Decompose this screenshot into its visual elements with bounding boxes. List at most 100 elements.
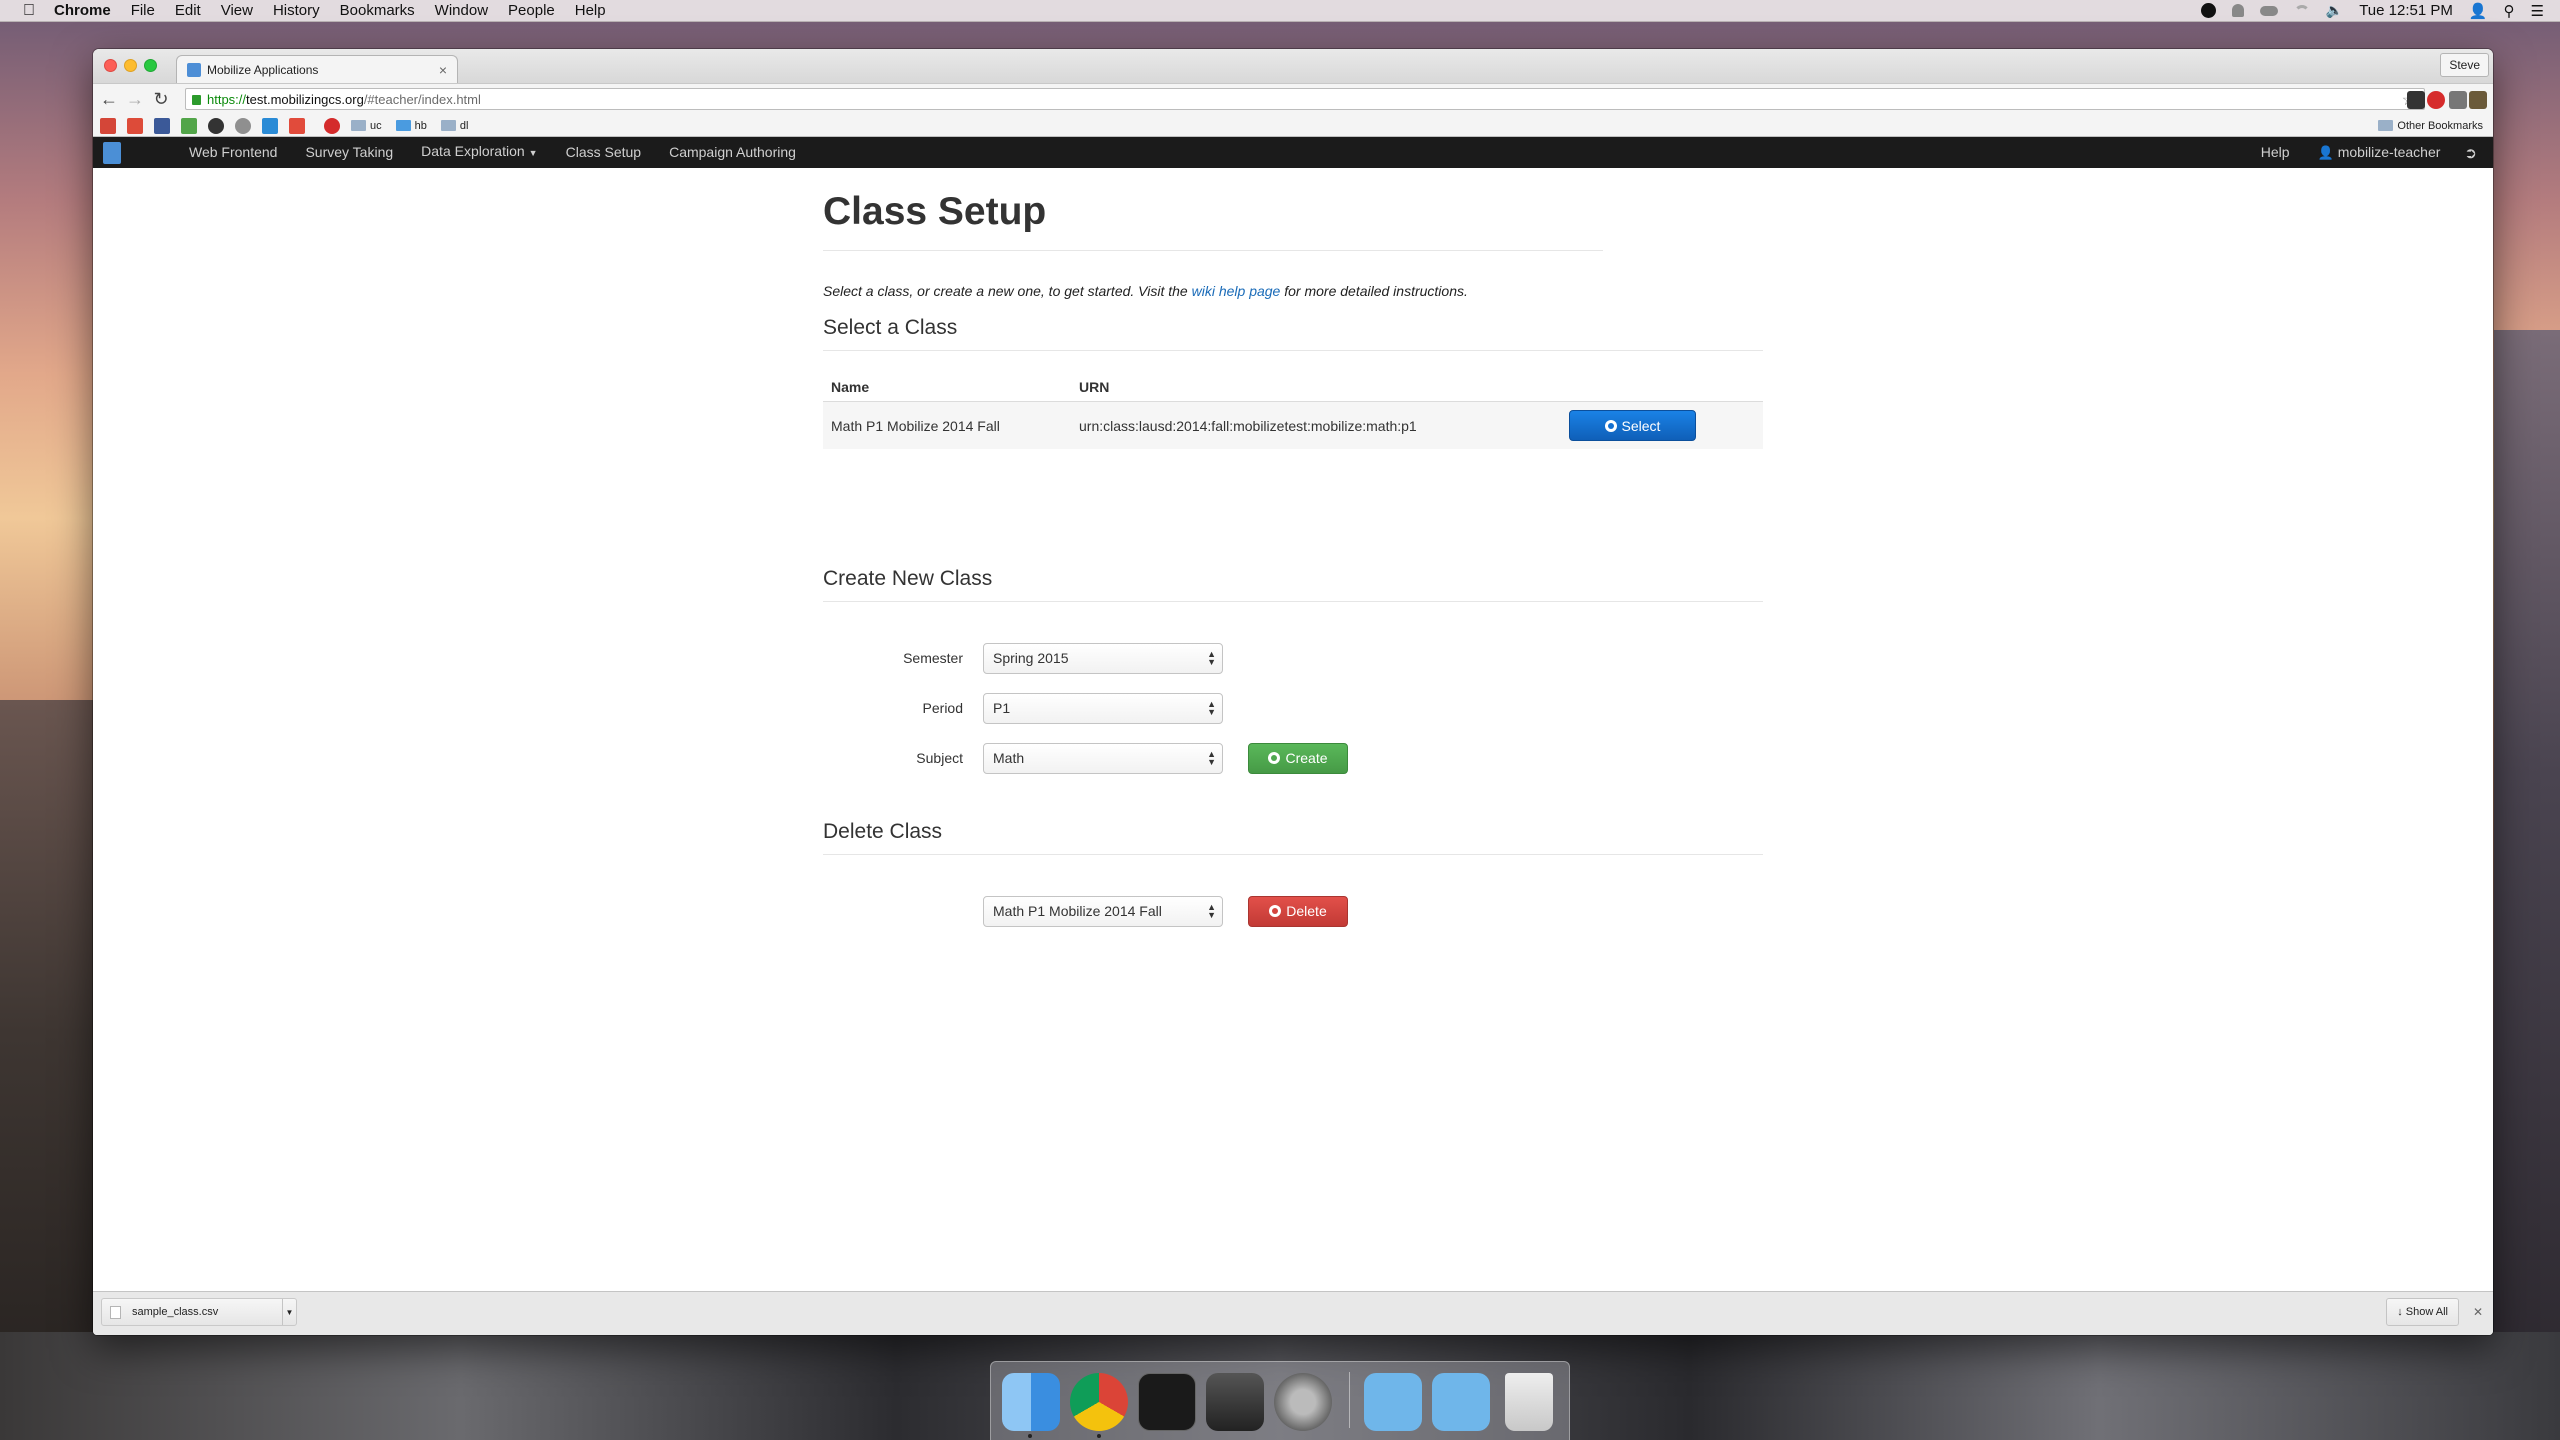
github-bookmark-icon[interactable] [208, 117, 224, 134]
browser-tab-active[interactable]: Mobilize Applications × [176, 55, 458, 83]
class-name-cell: Math P1 Mobilize 2014 Fall [831, 417, 1000, 434]
section-divider [823, 601, 1763, 602]
facebook-bookmark-icon[interactable] [154, 117, 170, 134]
applications-folder-dock-icon[interactable] [1364, 1373, 1422, 1431]
select-class-heading: Select a Class [823, 316, 958, 339]
menubar-clock[interactable]: Tue 12:51 PM [2359, 2, 2453, 19]
bookmark-hb[interactable]: hb [395, 119, 427, 132]
notification-center-icon[interactable]: ☰ [2531, 2, 2544, 20]
nav-web-frontend[interactable]: Web Frontend [175, 137, 291, 168]
menu-help[interactable]: Help [565, 0, 616, 22]
gmail-bookmark-icon[interactable] [100, 117, 116, 134]
menu-people[interactable]: People [498, 0, 565, 22]
delete-class-row: Math P1 Mobilize 2014 Fall ▲ ▼ Delete [823, 895, 1763, 927]
bookmark-folder-label: hb [414, 119, 427, 132]
address-bar[interactable]: https:// test.mobilizingcs.org /#teacher… [185, 88, 2425, 110]
sublime-text-dock-icon[interactable] [1206, 1373, 1264, 1431]
column-header-urn: URN [1079, 379, 1110, 395]
menu-file[interactable]: File [121, 0, 165, 22]
system-preferences-dock-icon[interactable] [1274, 1373, 1332, 1431]
logout-icon[interactable]: ➲ [2454, 144, 2487, 162]
green-leaf-bookmark-icon[interactable] [181, 117, 197, 134]
tab-close-icon[interactable]: × [439, 62, 447, 78]
trash-dock-icon[interactable] [1505, 1373, 1553, 1431]
bell-icon[interactable] [2231, 4, 2244, 17]
delete-class-form: Math P1 Mobilize 2014 Fall ▲ ▼ Delete [823, 895, 1763, 927]
profile-button[interactable]: Steve [2440, 53, 2489, 77]
show-all-downloads-button[interactable]: ↓ Show All [2386, 1298, 2459, 1326]
wiki-help-link[interactable]: wiki help page [1192, 283, 1281, 299]
menu-window[interactable]: Window [425, 0, 498, 22]
nav-survey-taking[interactable]: Survey Taking [291, 137, 407, 168]
download-item[interactable]: sample_class.csv ▼ [101, 1298, 297, 1326]
nav-campaign-authoring[interactable]: Campaign Authoring [655, 137, 810, 168]
google-plus-bookmark-icon[interactable] [127, 117, 143, 134]
window-minimize-button[interactable] [124, 59, 137, 72]
reddit-bookmark-icon[interactable] [235, 117, 251, 134]
volume-icon[interactable]: 🔈 [2326, 2, 2343, 19]
intro-text-before: Select a class, or create a new one, to … [823, 283, 1192, 299]
desktop-wallpaper-left [0, 700, 94, 1440]
red-s-bookmark-icon[interactable] [289, 117, 305, 134]
download-menu-icon[interactable]: ▼ [282, 1299, 296, 1325]
back-arrow-icon[interactable]: ← [99, 89, 119, 109]
nav-user-menu[interactable]: 👤 mobilize-teacher [2304, 137, 2455, 168]
red-circle-bookmark-icon[interactable] [324, 117, 340, 134]
select-arrows-icon: ▲ ▼ [1207, 699, 1216, 717]
brand-logo-icon[interactable] [103, 141, 121, 164]
url-path: /#teacher/index.html [363, 91, 481, 107]
create-class-button[interactable]: Create [1248, 742, 1348, 774]
mac-menubar:  Chrome File Edit View History Bookmark… [0, 0, 2560, 22]
delete-class-button[interactable]: Delete [1248, 895, 1348, 927]
user-account-icon[interactable]: 👤 [2469, 2, 2488, 20]
menu-view[interactable]: View [211, 0, 263, 22]
finder-dock-icon[interactable] [1002, 1373, 1060, 1431]
extension-printer-icon[interactable] [2449, 91, 2467, 109]
extension-brown-icon[interactable] [2469, 91, 2487, 109]
blue-k-bookmark-icon[interactable] [262, 117, 278, 134]
caret-down-icon: ▼ [528, 148, 538, 158]
terminal-dock-icon[interactable] [1138, 1373, 1196, 1431]
semester-select[interactable]: Spring 2015 ▲ ▼ [983, 642, 1223, 674]
close-download-shelf-icon[interactable]: ✕ [2473, 1305, 2483, 1319]
plus-circle-icon [1268, 752, 1281, 764]
spotlight-search-icon[interactable]: ⚲ [2504, 2, 2515, 20]
wifi-icon[interactable] [2293, 4, 2310, 17]
delete-class-select[interactable]: Math P1 Mobilize 2014 Fall ▲ ▼ [983, 895, 1223, 927]
nav-help[interactable]: Help [2247, 137, 2304, 168]
select-arrows-icon: ▲ ▼ [1207, 902, 1216, 920]
menu-history[interactable]: History [263, 0, 330, 22]
bookmarks-bar: uc hb dl Other Bookmarks [93, 115, 2493, 137]
folder-icon [351, 120, 366, 131]
extension-puzzle-icon[interactable] [2407, 91, 2425, 109]
bookmark-folder-uc[interactable]: uc [351, 120, 382, 132]
class-table: Name URN Math P1 Mobilize 2014 Fall urn:… [823, 379, 1763, 449]
downloads-folder-dock-icon[interactable] [1432, 1373, 1490, 1431]
other-bookmarks-folder[interactable]: Other Bookmarks [2378, 120, 2483, 132]
nav-class-setup[interactable]: Class Setup [552, 137, 655, 168]
menu-app-chrome[interactable]: Chrome [44, 0, 121, 22]
section-divider [823, 854, 1763, 855]
select-class-button[interactable]: Select [1569, 410, 1696, 441]
notification-badge-icon[interactable] [2200, 3, 2216, 18]
nav-data-exploration[interactable]: Data Exploration ▼ [407, 136, 551, 169]
chrome-dock-icon[interactable] [1070, 1373, 1128, 1431]
menu-edit[interactable]: Edit [165, 0, 211, 22]
delete-button-label: Delete [1286, 903, 1327, 919]
url-host: test.mobilizingcs.org [246, 91, 364, 107]
tab-title: Mobilize Applications [207, 62, 319, 77]
forward-arrow-icon[interactable]: → [125, 89, 145, 109]
extension-red-icon[interactable] [2427, 91, 2445, 109]
cloud-sync-icon[interactable] [2259, 5, 2278, 16]
circle-arrow-icon [1604, 419, 1617, 432]
subject-select[interactable]: Math ▲ ▼ [983, 742, 1223, 774]
bookmark-folder-dl[interactable]: dl [440, 120, 468, 132]
apple-menu-icon[interactable]:  [14, 2, 44, 20]
window-close-button[interactable] [104, 59, 117, 72]
period-select[interactable]: P1 ▲ ▼ [983, 692, 1223, 724]
window-zoom-button[interactable] [144, 59, 157, 72]
bookmark-folder-label: uc [370, 119, 382, 132]
reload-icon[interactable]: ↻ [151, 89, 171, 109]
lock-icon [192, 95, 201, 105]
menu-bookmarks[interactable]: Bookmarks [330, 0, 425, 22]
